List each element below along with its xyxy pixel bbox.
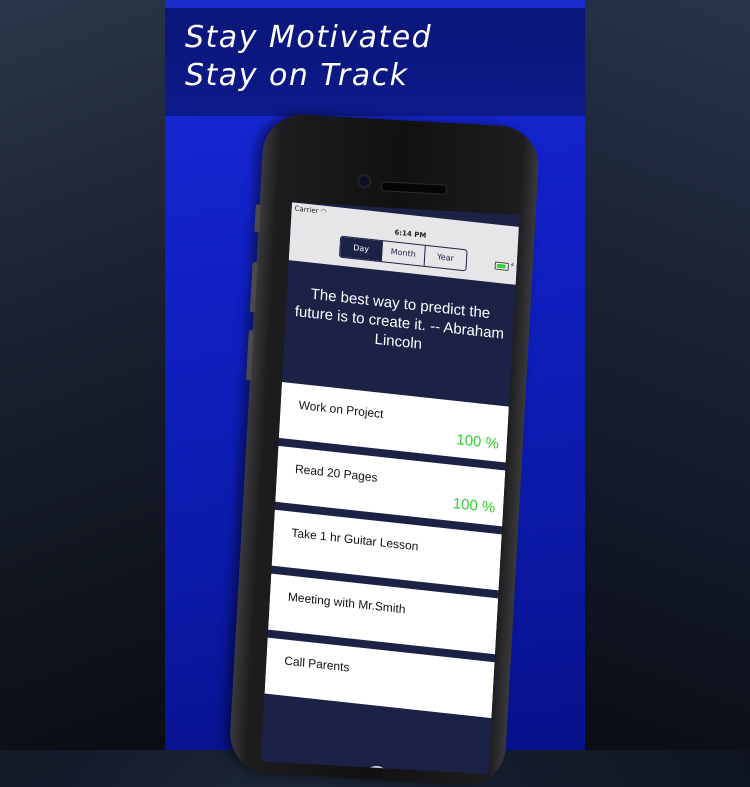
charging-bolt-icon: ⚡	[509, 261, 515, 270]
task-label: Work on Project	[298, 397, 384, 422]
headline-line2: Stay on Track	[185, 58, 409, 93]
period-segmented-control[interactable]: Day Month Year	[338, 235, 468, 272]
phone-mockup: Carrier ◠ 6:14 PM ⚡ Day Month Year The b…	[228, 112, 541, 787]
task-progress: 100 %	[452, 495, 496, 517]
front-camera-icon	[356, 173, 372, 189]
status-bar: Carrier ◠ 6:14 PM ⚡ Day Month Year	[288, 202, 519, 285]
phone-screen: Carrier ◠ 6:14 PM ⚡ Day Month Year The b…	[260, 202, 520, 775]
segment-day[interactable]: Day	[340, 236, 384, 262]
task-progress: 100 %	[455, 431, 500, 453]
task-label: Take 1 hr Guitar Lesson	[291, 525, 419, 554]
wifi-icon: ◠	[320, 207, 327, 217]
mute-switch	[254, 204, 261, 233]
phone-body: Carrier ◠ 6:14 PM ⚡ Day Month Year The b…	[228, 112, 541, 787]
segment-month[interactable]: Month	[382, 241, 426, 266]
earpiece	[380, 181, 448, 195]
task-label: Meeting with Mr.Smith	[287, 589, 406, 617]
promo-top-strip	[165, 0, 585, 8]
status-time: 6:14 PM	[394, 228, 427, 240]
motivational-quote: The best way to predict the future is to…	[294, 285, 505, 353]
segment-year[interactable]: Year	[424, 246, 466, 270]
battery-level	[496, 263, 506, 269]
task-label: Read 20 Pages	[294, 461, 378, 485]
background-left	[0, 0, 165, 750]
carrier-label: Carrier	[294, 204, 319, 216]
add-task-button[interactable]	[363, 764, 391, 775]
battery-icon	[494, 261, 509, 271]
task-list: Work on Project 100 % Read 20 Pages 100 …	[264, 381, 509, 726]
task-label: Call Parents	[283, 653, 350, 675]
background-right	[585, 0, 750, 750]
headline-line1: Stay Motivated	[185, 20, 433, 55]
